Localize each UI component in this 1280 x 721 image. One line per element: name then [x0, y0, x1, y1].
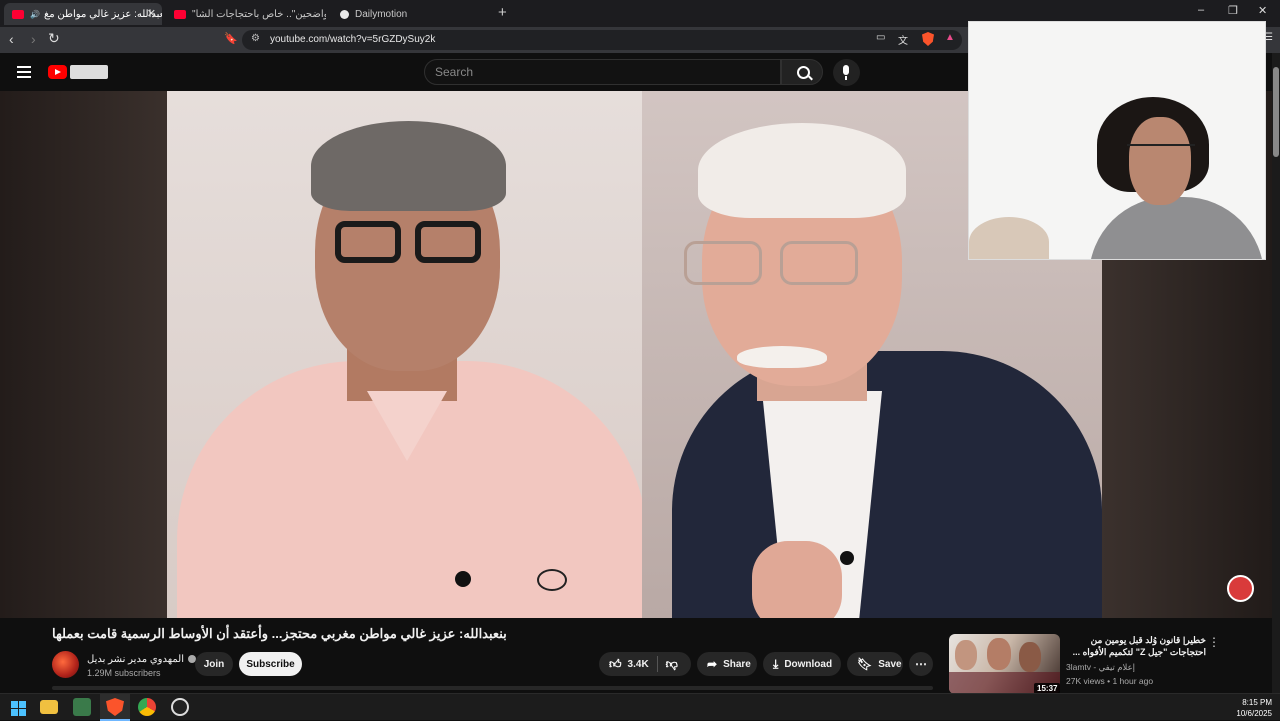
windows-start-icon[interactable]	[9, 698, 27, 716]
tab-label: بنعبدالله: عزيز غالي مواطن مغ	[43, 8, 162, 20]
save-label: Save	[878, 658, 902, 670]
description-box-edge	[52, 686, 933, 690]
system-clock[interactable]: 8:15 PM 10/6/2025	[1236, 697, 1272, 719]
scrollbar-thumb[interactable]	[1273, 67, 1279, 157]
bookmark-save-icon: 🔖︎	[857, 657, 873, 671]
search-input[interactable]	[435, 65, 765, 79]
site-info-icon[interactable]: ⚙	[251, 33, 260, 44]
clock-time: 8:15 PM	[1242, 698, 1272, 707]
recommended-channel-name[interactable]: 3lamtv - إعلام تيفي	[1066, 662, 1135, 673]
close-window-button[interactable]: ✕	[1258, 4, 1267, 17]
close-tab-icon[interactable]: ✕	[147, 7, 156, 20]
channel-name-text[interactable]: المهدوي مدير نشر بديل	[87, 654, 184, 665]
hamburger-menu-icon[interactable]	[17, 66, 31, 81]
more-actions-button[interactable]: ⋯	[909, 652, 933, 676]
like-count[interactable]: 3.4K	[628, 659, 649, 670]
lapel-mic-icon	[455, 571, 471, 587]
tab-label: Dailymotion	[355, 8, 408, 20]
obs-icon[interactable]	[171, 698, 189, 716]
channel-name[interactable]: المهدوي مدير نشر بديل	[87, 654, 196, 665]
search-box[interactable]	[424, 59, 781, 85]
webcam-overlay	[968, 21, 1266, 260]
like-dislike-group: 👍︎ 3.4K 👎︎	[599, 652, 691, 676]
more-vert-icon[interactable]: ⋮	[1208, 635, 1220, 649]
url-text: youtube.com/watch?v=5rGZDySuy2k	[270, 34, 436, 45]
shirt-logo	[537, 569, 567, 591]
share-button[interactable]: ➦ Share	[697, 652, 757, 676]
translate-icon[interactable]: 文	[898, 32, 908, 47]
tab-dailymotion[interactable]: Dailymotion	[332, 3, 492, 25]
tab-label: "تكونو واضحين".. خاص باحتجاجات الشا	[192, 8, 326, 20]
share-arrow-icon: ➦	[707, 657, 718, 671]
recommended-video-title[interactable]: خطير| قانون وُلد قبل يومين من احتجاجات "…	[1066, 634, 1206, 660]
channel-avatar[interactable]	[52, 651, 79, 678]
youtube-favicon-icon	[12, 9, 24, 19]
recommended-video-meta: 27K views • 1 hour ago	[1066, 676, 1154, 686]
address-bar[interactable]: ⚙ youtube.com/watch?v=5rGZDySuy2k	[242, 30, 962, 50]
video-title: بنعبدالله: عزيز غالي مواطن مغربي محتجز..…	[52, 626, 507, 641]
download-icon: ⤓	[773, 656, 779, 671]
dailymotion-favicon-icon	[340, 9, 349, 19]
download-label: Download	[784, 658, 833, 670]
bookmark-icon[interactable]: 🔖	[224, 32, 238, 45]
thumbs-up-icon[interactable]: 👍︎	[609, 657, 622, 672]
forward-arrow-icon[interactable]: ›	[31, 31, 36, 47]
youtube-favicon-icon	[174, 9, 186, 19]
back-arrow-icon[interactable]: ‹	[9, 31, 14, 47]
page-scrollbar[interactable]	[1272, 53, 1280, 700]
lapel-mic-icon	[840, 551, 854, 565]
youtube-wordmark[interactable]	[70, 65, 108, 79]
minimize-button[interactable]: –	[1198, 4, 1204, 16]
app-icon[interactable]	[73, 698, 91, 716]
tab-youtube-2[interactable]: "تكونو واضحين".. خاص باحتجاجات الشا	[166, 3, 326, 25]
video-frame-left-speaker	[167, 91, 642, 618]
thumbs-down-icon[interactable]: 👎︎	[666, 657, 678, 672]
subscribe-button[interactable]: Subscribe	[239, 652, 302, 676]
windows-taskbar: 8:15 PM 10/6/2025	[0, 693, 1280, 721]
tab-youtube-active[interactable]: 🔊 بنعبدالله: عزيز غالي مواطن مغ ✕	[4, 3, 162, 25]
youtube-logo-icon[interactable]	[48, 65, 67, 79]
cast-icon[interactable]: ▭	[876, 32, 885, 43]
speaker-icon[interactable]: 🔊	[30, 10, 40, 19]
ambient-left	[0, 91, 167, 618]
reload-icon[interactable]: ↻	[48, 30, 60, 47]
search-button[interactable]	[781, 59, 823, 85]
file-explorer-icon[interactable]	[40, 700, 58, 714]
divider	[656, 656, 658, 672]
channel-watermark-icon[interactable]	[1227, 575, 1254, 602]
clock-date: 10/6/2025	[1236, 709, 1272, 718]
voice-search-button[interactable]	[833, 59, 860, 86]
new-tab-button[interactable]: +	[498, 4, 507, 21]
download-button[interactable]: ⤓ Download	[763, 652, 841, 676]
join-button[interactable]: Join	[195, 652, 233, 676]
subscriber-count: 1.29M subscribers	[87, 668, 161, 678]
save-button[interactable]: 🔖︎ Save	[847, 652, 903, 676]
brave-rewards-icon[interactable]: ▲	[945, 32, 955, 43]
share-label: Share	[723, 658, 751, 670]
restore-button[interactable]: ❐	[1228, 4, 1238, 17]
chrome-icon[interactable]	[138, 698, 156, 716]
